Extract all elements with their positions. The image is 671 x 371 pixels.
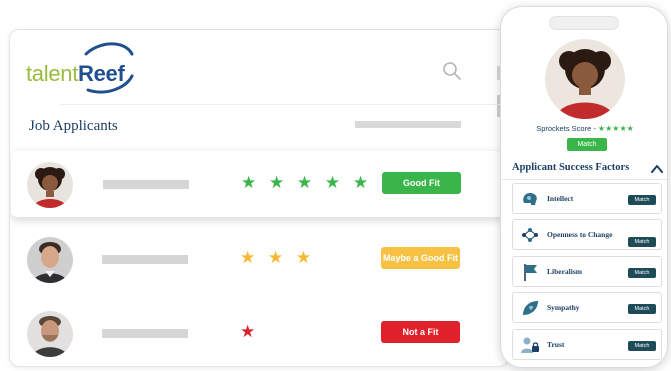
talentreef-logo: talentReef (26, 40, 136, 96)
logo-text: talentReef (26, 61, 125, 87)
factor-label: Trust (547, 340, 565, 349)
factor-liberalism[interactable]: Liberalism Match (512, 256, 662, 287)
factor-label: Openness to Change (547, 230, 613, 239)
factor-intellect[interactable]: Intellect Match (512, 183, 662, 214)
mobile-profile-panel: Sprockets Score - ★★★★★ Match Applicant … (500, 6, 668, 368)
profile-avatar (545, 39, 625, 119)
avatar (27, 237, 73, 283)
star-rating: ★ (240, 322, 260, 341)
factor-match-badge: Match (628, 304, 656, 314)
flag-icon (524, 264, 537, 281)
avatar (27, 162, 73, 208)
star-rating: ★ ★ ★ ★ ★ (241, 173, 373, 192)
logo-text-talent: talent (26, 61, 79, 86)
brain-icon (523, 193, 537, 205)
applicant-row[interactable]: ★ ★ ★ Maybe a Good Fit (10, 226, 508, 292)
page-title: Job Applicants (29, 118, 118, 134)
applicant-name-placeholder (102, 255, 188, 264)
factor-openness[interactable]: Openness to Change Match (512, 219, 662, 250)
search-icon[interactable] (442, 61, 462, 81)
score-stars: ★★★★★ (597, 124, 634, 133)
phone-notch (549, 16, 619, 30)
success-factors-title: Applicant Success Factors (512, 162, 630, 173)
chevron-up-icon[interactable] (651, 164, 663, 173)
desktop-window: talentReef Job Applicants ★ ★ ★ ★ ★ Good… (9, 29, 509, 367)
header-divider (60, 104, 500, 105)
fit-badge-good[interactable]: Good Fit (382, 172, 461, 194)
factor-label: Intellect (547, 194, 574, 203)
applicant-row[interactable]: ★ ★ ★ ★ ★ Good Fit (11, 151, 507, 217)
match-badge[interactable]: Match (567, 138, 607, 151)
score-label: Sprockets Score - (536, 124, 598, 133)
logo-text-reef: Reef (78, 61, 125, 86)
star-rating: ★ ★ ★ (240, 248, 316, 267)
factor-match-badge: Match (628, 341, 656, 351)
applicant-name-placeholder (103, 180, 189, 189)
applicant-row[interactable]: ★ Not a Fit (10, 300, 508, 366)
heart-leaf-icon (523, 301, 538, 315)
fit-badge-not[interactable]: Not a Fit (381, 321, 460, 343)
avatar (27, 311, 73, 357)
factor-match-badge: Match (628, 237, 656, 247)
fit-badge-maybe[interactable]: Maybe a Good Fit (381, 247, 460, 269)
applicant-name-placeholder (102, 329, 188, 338)
factor-label: Liberalism (547, 267, 582, 276)
factor-match-badge: Match (628, 268, 656, 278)
sprockets-score: Sprockets Score - ★★★★★ (501, 124, 667, 133)
factor-trust[interactable]: Trust Match (512, 329, 662, 360)
factor-sympathy[interactable]: Sympathy Match (512, 292, 662, 323)
factor-match-badge: Match (628, 195, 656, 205)
nodes-icon (522, 228, 538, 242)
header-placeholder-bar (355, 121, 461, 128)
lock-person-icon (521, 337, 539, 353)
section-divider (501, 179, 667, 180)
factor-label: Sympathy (547, 303, 580, 312)
